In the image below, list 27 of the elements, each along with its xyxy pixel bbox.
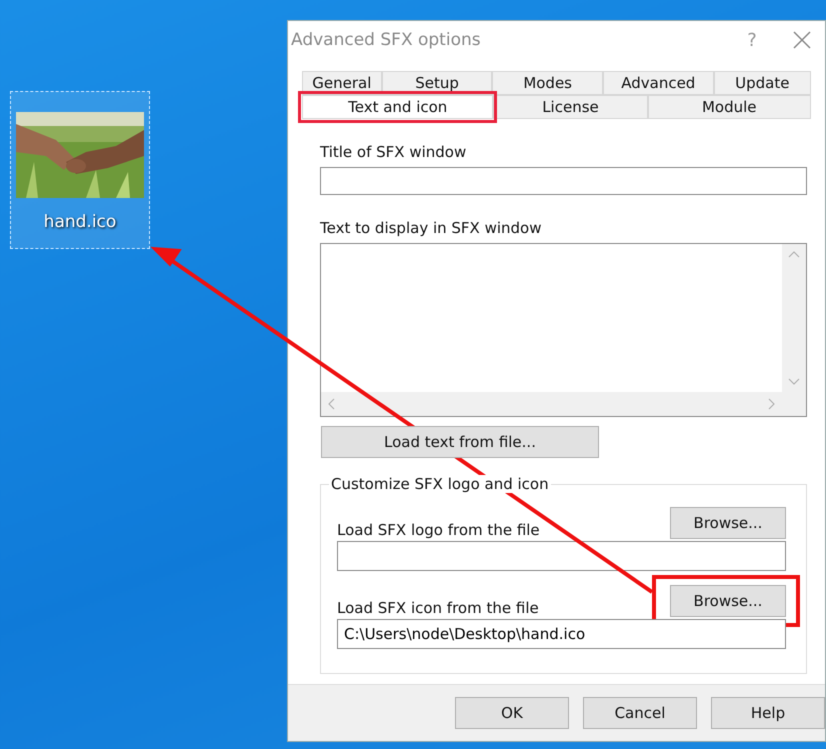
file-path-field[interactable]: C:\Users\node\Desktop\hand.ico [337,619,786,649]
text-area-field[interactable] [320,243,807,417]
tab[interactable]: Advanced [602,71,714,95]
tab[interactable]: License [493,95,648,119]
scroll-down-icon[interactable] [788,378,800,386]
scroll-left-icon[interactable] [327,398,335,410]
title-input-field[interactable] [320,167,807,195]
field-label: Load SFX icon from the file [337,599,539,617]
tab[interactable]: Modes [492,71,603,95]
load-text-button[interactable]: Load text from file... [321,426,599,458]
dialog-button[interactable]: OK [455,697,569,729]
close-icon[interactable] [793,31,811,49]
field-label: Text to display in SFX window [320,219,543,237]
file-name: hand.ico [44,212,116,232]
window-title: Advanced SFX options [291,30,482,50]
scroll-right-icon[interactable] [768,398,776,410]
field-label: Load SFX logo from the file [337,521,540,539]
file-path-field[interactable] [337,541,786,571]
tab[interactable]: Update [714,71,811,95]
scroll-up-icon[interactable] [788,250,800,258]
tab[interactable]: Module [648,95,811,119]
browse-button[interactable]: Browse... [670,585,786,617]
dialog-button[interactable]: Help [711,697,825,729]
group-title: Customize SFX logo and icon [329,475,551,493]
browse-button[interactable]: Browse... [670,507,786,539]
field-label: Title of SFX window [320,143,468,161]
dialog-button[interactable]: Cancel [583,697,697,729]
